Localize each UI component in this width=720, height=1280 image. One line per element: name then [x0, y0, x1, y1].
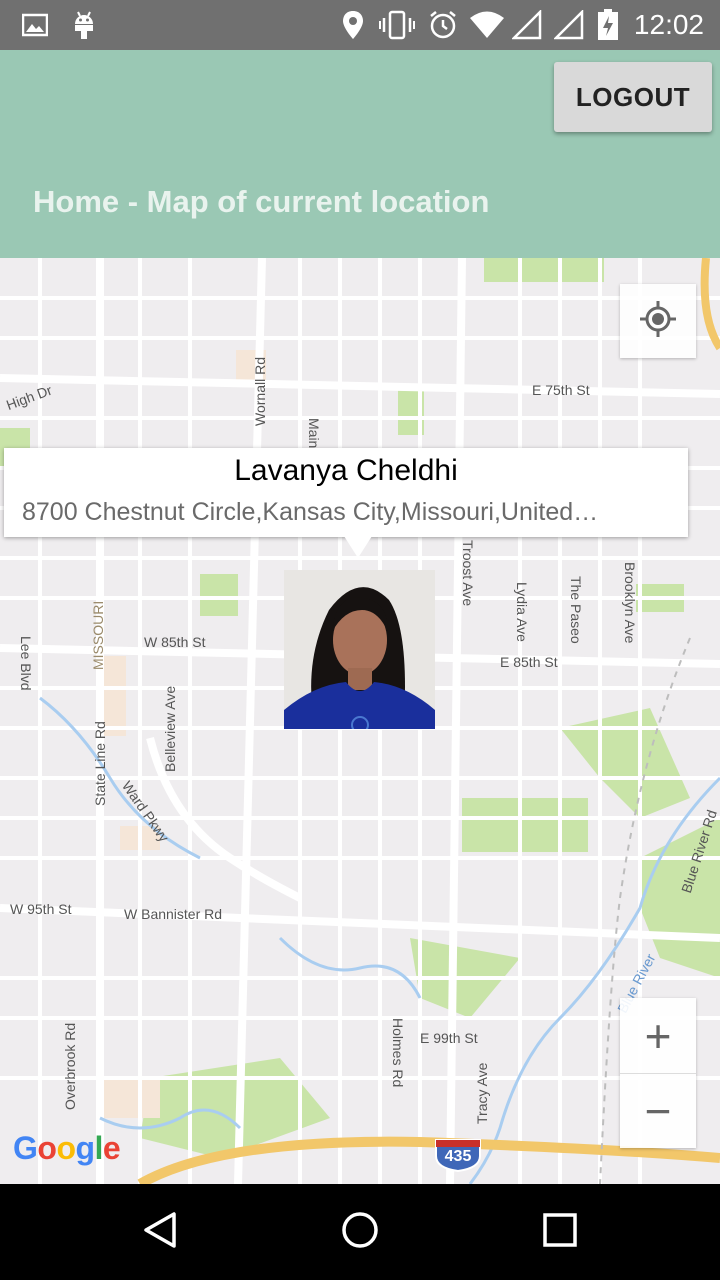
map-view[interactable]: High Dr E 75th St Wornall Rd Main Troost…: [0, 258, 720, 1184]
street-label-e-75th: E 75th St: [532, 382, 590, 398]
my-location-icon: [638, 299, 678, 344]
info-window-title: Lavanya Cheldhi: [234, 454, 458, 487]
street-label-troost: Troost Ave: [460, 540, 476, 607]
back-icon: [140, 1210, 180, 1255]
zoom-out-button[interactable]: −: [620, 1073, 696, 1148]
street-label-brooklyn: Brooklyn Ave: [622, 562, 638, 644]
signal-icon: [554, 8, 584, 42]
street-label-belleview: Belleview Ave: [162, 685, 178, 772]
street-label-e-99th: E 99th St: [420, 1030, 478, 1046]
navigation-bar: [0, 1184, 720, 1280]
zoom-in-button[interactable]: +: [620, 998, 696, 1074]
wifi-icon: [469, 8, 505, 42]
home-button[interactable]: [332, 1204, 388, 1260]
street-label-paseo: The Paseo: [568, 576, 584, 644]
vibrate-icon: [379, 8, 415, 42]
battery-icon: [597, 8, 619, 42]
user-marker-photo[interactable]: [284, 570, 435, 734]
street-label-e-85th: E 85th St: [500, 654, 558, 670]
signal-icon: [512, 8, 542, 42]
home-icon: [340, 1210, 380, 1255]
street-label-main: Main: [306, 418, 322, 449]
google-logo: Google: [13, 1130, 121, 1166]
street-label-tracy: Tracy Ave: [474, 1062, 490, 1124]
my-location-button[interactable]: [620, 284, 696, 358]
info-window-address: 8700 Chestnut Circle,Kansas City,Missour…: [22, 498, 599, 526]
street-label-w-85th: W 85th St: [144, 634, 206, 650]
location-icon: [341, 8, 365, 42]
alarm-icon: [428, 8, 458, 42]
image-icon: [22, 8, 48, 42]
recents-button[interactable]: [532, 1204, 588, 1260]
recents-icon: [540, 1210, 580, 1255]
back-button[interactable]: [132, 1204, 188, 1260]
street-label-missouri: MISSOURI: [90, 600, 106, 670]
street-label-state-line: State Line Rd: [92, 721, 108, 806]
android-icon: [72, 8, 96, 42]
street-label-wornall: Wornall Rd: [252, 357, 268, 426]
interstate-shield: 435: [434, 1138, 482, 1173]
status-bar: 12:02: [0, 0, 720, 50]
marker-info-window[interactable]: Lavanya Cheldhi 8700 Chestnut Circle,Kan…: [4, 448, 688, 537]
interstate-number: 435: [444, 1148, 472, 1165]
street-label-lee: Lee Blvd: [18, 636, 34, 691]
zoom-controls: + −: [620, 998, 696, 1148]
street-label-lydia: Lydia Ave: [514, 582, 530, 642]
street-label-overbrook: Overbrook Rd: [62, 1022, 78, 1110]
street-label-bannister: W Bannister Rd: [124, 906, 223, 922]
clock: 12:02: [633, 9, 704, 40]
app-bar: LOGOUT Home - Map of current location: [0, 50, 720, 258]
street-label-w-95th: W 95th St: [10, 901, 72, 917]
street-label-holmes: Holmes Rd: [390, 1018, 406, 1088]
page-title: Home - Map of current location: [33, 184, 490, 219]
logout-button[interactable]: LOGOUT: [554, 62, 712, 132]
info-window-pointer: [344, 536, 372, 558]
